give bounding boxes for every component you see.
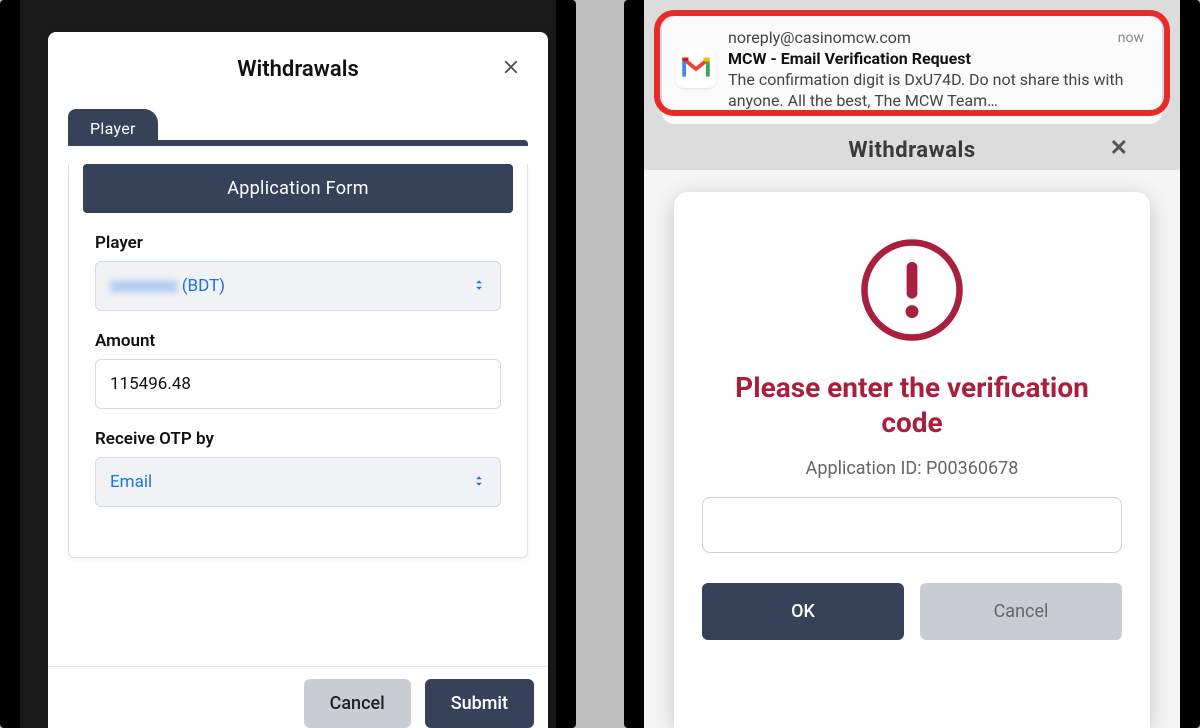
verification-heading: Please enter the verification code — [702, 370, 1122, 440]
tab-strip: Player — [68, 106, 528, 146]
label-player: Player — [95, 233, 501, 253]
select-otp-value: Email — [110, 472, 152, 492]
panel-header: Application Form — [83, 164, 513, 213]
field-player: Player xxxxxxxx (BDT) — [95, 233, 501, 311]
modal-card: Withdrawals Player Application Form Play… — [48, 32, 548, 728]
submit-button[interactable]: Submit — [425, 679, 534, 728]
application-id: Application ID: P00360678 — [806, 458, 1019, 479]
field-otp: Receive OTP by Email — [95, 429, 501, 507]
cancel-button[interactable]: Cancel — [304, 679, 411, 728]
select-player[interactable]: xxxxxxxx (BDT) — [95, 261, 501, 311]
bg-title: Withdrawals — [644, 138, 1180, 163]
select-player-value: xxxxxxxx (BDT) — [110, 276, 225, 296]
label-amount: Amount — [95, 331, 501, 351]
verification-modal: Please enter the verification code Appli… — [674, 192, 1150, 728]
chevron-updown-icon — [472, 473, 486, 492]
phone-left-withdrawals-form: Withdrawals Player Application Form Play… — [0, 0, 576, 728]
modal-footer: Cancel Submit — [48, 666, 548, 728]
label-otp: Receive OTP by — [95, 429, 501, 449]
chevron-updown-icon — [472, 277, 486, 296]
tab-player[interactable]: Player — [68, 109, 158, 146]
notification-highlight — [654, 10, 1170, 116]
cancel-button[interactable]: Cancel — [920, 583, 1122, 640]
close-icon[interactable] — [502, 58, 520, 80]
bg-close-icon: ✕ — [1110, 136, 1128, 161]
verification-footer: OK Cancel — [702, 583, 1122, 640]
modal-body: Player Application Form Player xxxxxxxx … — [48, 106, 548, 558]
verification-code-input[interactable] — [702, 497, 1122, 553]
ok-button[interactable]: OK — [702, 583, 904, 640]
warning-icon — [858, 236, 966, 348]
phone-right-verification: Withdrawals ✕ now noreply@casinomcw.com … — [624, 0, 1200, 728]
modal-header: Withdrawals — [48, 32, 548, 106]
modal-title: Withdrawals — [237, 57, 359, 82]
form-panel: Application Form Player xxxxxxxx (BDT) A… — [68, 164, 528, 558]
select-otp[interactable]: Email — [95, 457, 501, 507]
field-amount: Amount — [95, 331, 501, 409]
input-amount[interactable] — [95, 359, 501, 409]
